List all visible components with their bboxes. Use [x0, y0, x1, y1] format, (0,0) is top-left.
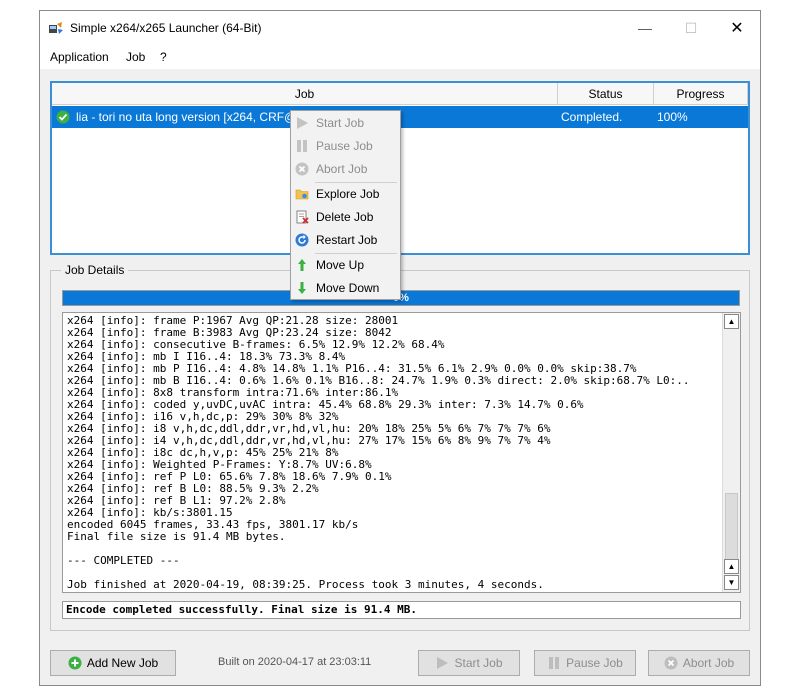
job-progress-cell: 100% — [657, 110, 688, 124]
job-status-cell: Completed. — [561, 110, 623, 124]
add-icon — [68, 656, 82, 670]
menu-explore-job-label: Explore Job — [316, 187, 380, 201]
abort-job-button[interactable]: Abort Job — [648, 650, 750, 676]
log-scrollbar[interactable]: ▲ ▲ ▼ — [722, 313, 740, 592]
menu-restart-job[interactable]: Restart Job — [291, 229, 400, 251]
menu-explore-job[interactable]: Explore Job — [291, 183, 400, 205]
scroll-down-button[interactable]: ▼ — [724, 575, 739, 590]
job-details-group: Job Details 0% x264 [info]: frame P:1967… — [50, 263, 750, 631]
job-progress-bar: 0% — [62, 290, 740, 306]
minimize-button[interactable]: — — [622, 11, 668, 45]
column-header-status[interactable]: Status — [558, 83, 654, 105]
column-header-progress[interactable]: Progress — [654, 83, 748, 105]
abort-icon — [295, 162, 309, 176]
log-output[interactable]: x264 [info]: frame P:1967 Avg QP:21.28 s… — [62, 312, 741, 593]
delete-icon — [296, 210, 309, 224]
menu-start-job[interactable]: Start Job — [291, 112, 400, 134]
add-new-job-label: Add New Job — [86, 656, 159, 670]
build-info: Built on 2020-04-17 at 23:03:11 — [218, 656, 372, 668]
progress-percent: 0% — [393, 292, 409, 304]
pause-icon — [549, 657, 560, 669]
encode-status-line: Encode completed successfully. Final siz… — [62, 601, 741, 619]
play-icon — [297, 117, 308, 129]
pause-job-label: Pause Job — [566, 656, 623, 670]
job-details-label: Job Details — [61, 263, 129, 277]
menu-move-up-label: Move Up — [316, 258, 365, 272]
arrow-up-icon — [298, 259, 306, 271]
menu-move-up[interactable]: Move Up — [291, 254, 400, 276]
menu-job[interactable]: Job — [126, 50, 145, 64]
abort-icon — [664, 656, 678, 670]
check-circle-icon — [56, 110, 70, 124]
menu-start-job-label: Start Job — [316, 116, 365, 130]
menu-delete-job[interactable]: Delete Job — [291, 206, 400, 228]
window-title: Simple x264/x265 Launcher (64-Bit) — [70, 21, 262, 35]
menu-application[interactable]: Application — [50, 50, 109, 64]
maximize-button[interactable]: ☐ — [668, 11, 714, 45]
play-icon — [437, 657, 449, 669]
app-logo-icon — [49, 22, 63, 34]
log-line: Job finished at 2020-04-19, 08:39:25. Pr… — [67, 578, 544, 591]
menu-abort-job[interactable]: Abort Job — [291, 158, 400, 180]
menu-abort-job-label: Abort Job — [316, 162, 368, 176]
arrow-down-icon — [298, 282, 306, 294]
start-job-label: Start Job — [454, 656, 503, 670]
title-bar[interactable]: Simple x264/x265 Launcher (64-Bit) — ☐ ✕ — [40, 11, 760, 45]
pause-icon — [297, 140, 307, 152]
scroll-up-button[interactable]: ▲ — [724, 314, 739, 329]
log-line: Final file size is 91.4 MB bytes. — [67, 530, 286, 543]
menu-delete-job-label: Delete Job — [316, 210, 374, 224]
close-button[interactable]: ✕ — [714, 11, 760, 45]
menu-move-down[interactable]: Move Down — [291, 277, 400, 299]
start-job-button[interactable]: Start Job — [418, 650, 520, 676]
column-header-job[interactable]: Job — [52, 83, 558, 105]
menu-help[interactable]: ? — [160, 50, 167, 64]
pause-job-button[interactable]: Pause Job — [534, 650, 636, 676]
folder-icon — [295, 189, 309, 200]
log-line: --- COMPLETED --- — [67, 554, 180, 567]
menu-move-down-label: Move Down — [316, 281, 380, 295]
menu-bar: Application Job ? — [40, 45, 760, 70]
restart-icon — [295, 233, 309, 247]
abort-job-label: Abort Job — [682, 656, 735, 670]
scroll-up-button-lower[interactable]: ▲ — [724, 559, 739, 574]
menu-pause-job[interactable]: Pause Job — [291, 135, 400, 157]
menu-pause-job-label: Pause Job — [316, 139, 373, 153]
job-context-menu: Start Job Pause Job Abort Job Explore Jo… — [290, 110, 401, 300]
add-new-job-button[interactable]: Add New Job — [50, 650, 176, 676]
menu-restart-job-label: Restart Job — [316, 233, 378, 247]
log-lines: x264 [info]: frame P:1967 Avg QP:21.28 s… — [67, 315, 690, 591]
scroll-thumb[interactable] — [725, 493, 738, 563]
